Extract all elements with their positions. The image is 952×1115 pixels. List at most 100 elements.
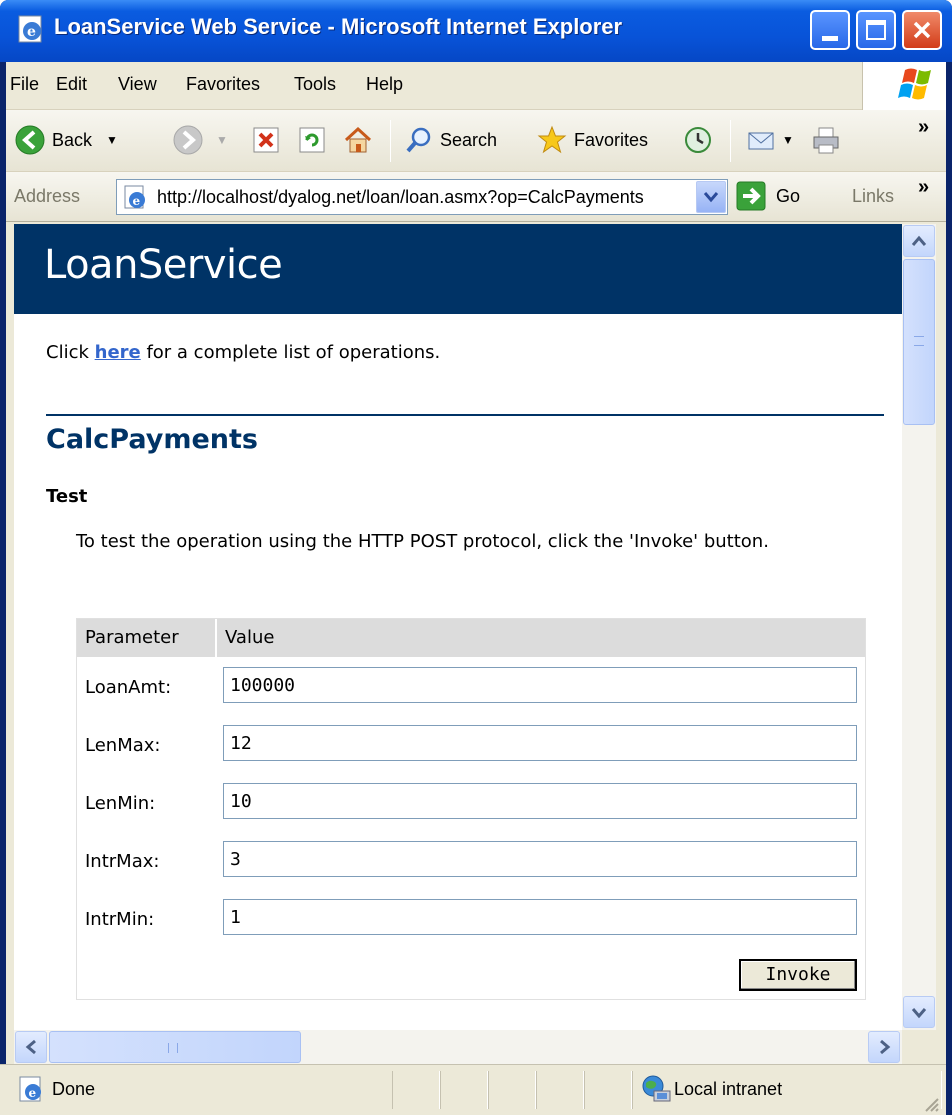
horizontal-scroll-thumb[interactable] xyxy=(49,1031,301,1063)
links-overflow-chevron[interactable]: » xyxy=(918,176,929,199)
maximize-button[interactable] xyxy=(856,10,896,50)
browser-window: e LoanService Web Service - Microsoft In… xyxy=(0,0,952,1115)
thumb-grip xyxy=(168,1043,178,1053)
address-dropdown-button[interactable] xyxy=(696,181,726,213)
menu-edit[interactable]: Edit xyxy=(56,74,87,95)
go-label: Go xyxy=(776,185,801,206)
close-button[interactable] xyxy=(902,10,942,50)
back-arrow-icon xyxy=(15,125,45,155)
address-bar: Address e http://localhost/dyalog.net/lo… xyxy=(6,172,946,222)
horizontal-scrollbar[interactable] xyxy=(14,1030,902,1064)
resize-grip-icon[interactable] xyxy=(922,1095,940,1113)
param-label-loanamt: LoanAmt: xyxy=(85,677,172,698)
page-done-icon: e xyxy=(19,1076,41,1102)
vertical-scrollbar[interactable] xyxy=(902,224,936,1030)
favorites-label: Favorites xyxy=(574,129,649,150)
intrmax-input[interactable] xyxy=(223,841,857,877)
menu-help[interactable]: Help xyxy=(366,74,403,95)
test-form: Parameter Value LoanAmt: LenMax: LenMin:… xyxy=(76,618,866,1000)
mail-dropdown-icon[interactable]: ▼ xyxy=(782,133,794,147)
form-header: Parameter Value xyxy=(77,619,865,657)
scroll-left-button[interactable] xyxy=(15,1031,47,1063)
history-button[interactable] xyxy=(682,124,714,156)
page-title: LoanService xyxy=(44,242,283,288)
stop-icon xyxy=(253,127,279,153)
param-label-lenmax: LenMax: xyxy=(85,735,161,756)
windows-flag-icon xyxy=(898,68,931,100)
param-label-lenmin: LenMin: xyxy=(85,793,156,814)
page-banner: LoanService xyxy=(14,224,902,314)
mail-icon xyxy=(748,132,774,150)
stop-button[interactable] xyxy=(252,126,280,154)
windows-logo xyxy=(862,62,946,110)
back-button[interactable]: Back ▼ xyxy=(14,124,118,156)
toolbar-separator xyxy=(390,120,391,162)
back-label: Back xyxy=(52,129,93,150)
ie-page-icon: e xyxy=(18,15,42,43)
address-label: Address xyxy=(14,186,81,206)
address-input[interactable]: e http://localhost/dyalog.net/loan/loan.… xyxy=(116,179,728,215)
forward-button[interactable]: ▼ xyxy=(172,124,228,156)
back-dropdown-icon[interactable]: ▼ xyxy=(106,133,118,147)
header-value: Value xyxy=(225,627,275,648)
page-content: LoanService Click here for a complete li… xyxy=(14,224,902,1030)
home-icon xyxy=(344,126,372,153)
intro-text: Click here for a complete list of operat… xyxy=(46,342,440,363)
vertical-scroll-thumb[interactable] xyxy=(903,259,935,425)
lenmax-input[interactable] xyxy=(223,725,857,761)
chevron-right-icon xyxy=(880,1039,891,1055)
svg-text:e: e xyxy=(27,24,36,40)
scroll-corner xyxy=(902,1030,936,1064)
standard-toolbar: Back ▼ ▼ Search Favorites ▼ » xyxy=(6,110,946,172)
favorites-button[interactable]: Favorites xyxy=(536,124,648,156)
toolbar-separator xyxy=(730,120,731,162)
operation-title: CalcPayments xyxy=(46,424,258,455)
search-button[interactable]: Search xyxy=(404,125,497,155)
status-cell xyxy=(392,1071,440,1109)
home-button[interactable] xyxy=(342,124,374,156)
intro-text-before: Click xyxy=(46,342,95,363)
refresh-button[interactable] xyxy=(298,126,326,154)
favorites-star-icon xyxy=(537,125,567,154)
menu-view[interactable]: View xyxy=(118,74,157,95)
chevron-up-icon xyxy=(911,235,927,246)
chevron-down-icon xyxy=(911,1008,927,1019)
svg-text:e: e xyxy=(29,1086,37,1100)
status-cell xyxy=(440,1071,488,1109)
print-button[interactable] xyxy=(810,124,842,156)
scroll-down-button[interactable] xyxy=(903,996,935,1028)
forward-dropdown-icon[interactable]: ▼ xyxy=(216,133,228,147)
history-icon xyxy=(685,127,711,153)
printer-icon xyxy=(813,127,839,154)
param-label-intrmax: IntrMax: xyxy=(85,851,160,872)
intrmin-input[interactable] xyxy=(223,899,857,935)
thumb-grip xyxy=(914,336,924,346)
chevron-left-icon xyxy=(25,1039,36,1055)
links-button[interactable]: Links xyxy=(852,186,894,207)
loanamt-input[interactable] xyxy=(223,667,857,703)
menu-file[interactable]: File xyxy=(10,74,39,95)
toolbar-overflow-chevron[interactable]: » xyxy=(918,116,929,139)
menu-favorites[interactable]: Favorites xyxy=(186,74,260,95)
window-title: LoanService Web Service - Microsoft Inte… xyxy=(54,14,623,39)
go-button[interactable]: Go xyxy=(736,181,800,211)
operations-link[interactable]: here xyxy=(95,342,141,363)
param-label-intrmin: IntrMin: xyxy=(85,909,155,930)
scroll-right-button[interactable] xyxy=(868,1031,900,1063)
svg-text:e: e xyxy=(133,194,141,208)
forward-arrow-icon xyxy=(173,125,203,155)
address-url: http://localhost/dyalog.net/loan/loan.as… xyxy=(157,187,644,207)
scroll-up-button[interactable] xyxy=(903,225,935,257)
search-label: Search xyxy=(440,129,498,150)
go-arrow-icon xyxy=(736,181,766,211)
mail-button[interactable]: ▼ xyxy=(746,124,794,156)
title-bar[interactable]: e LoanService Web Service - Microsoft In… xyxy=(0,0,952,62)
invoke-button[interactable]: Invoke xyxy=(739,959,857,991)
status-bar: e Done Local intranet xyxy=(0,1064,946,1115)
menu-tools[interactable]: Tools xyxy=(294,74,336,95)
minimize-button[interactable] xyxy=(810,10,850,50)
section-divider xyxy=(46,414,884,416)
lenmin-input[interactable] xyxy=(223,783,857,819)
status-cell xyxy=(536,1071,584,1109)
header-divider xyxy=(215,619,217,657)
